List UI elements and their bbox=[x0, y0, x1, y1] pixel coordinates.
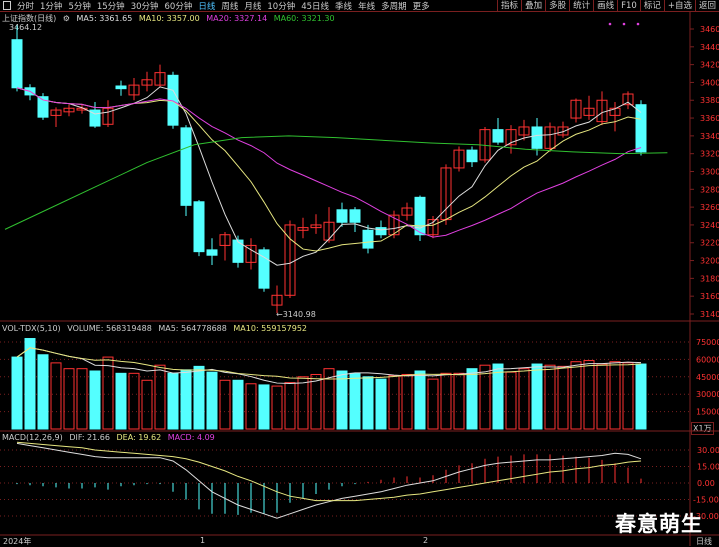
candle-down bbox=[492, 129, 504, 143]
price-tick-label: 3400 bbox=[700, 78, 719, 87]
dea-line bbox=[16, 441, 642, 502]
volume-tick-label: 30000 bbox=[696, 390, 719, 399]
volume-bar bbox=[479, 364, 491, 430]
volume-bar bbox=[258, 384, 270, 430]
volume-bar bbox=[219, 379, 231, 430]
volume-tick-label: 60000 bbox=[696, 355, 719, 364]
volume-bar bbox=[427, 378, 439, 430]
signal-dot bbox=[622, 22, 626, 26]
volume-bar bbox=[440, 372, 452, 430]
macd-tick-label: 15.00 bbox=[697, 463, 719, 472]
volume-bar bbox=[375, 378, 387, 430]
candle-down bbox=[206, 249, 218, 256]
price-tick-label: 3440 bbox=[700, 43, 719, 52]
volume-bar bbox=[115, 372, 127, 430]
signal-dot bbox=[636, 22, 640, 26]
volume-bar bbox=[622, 362, 634, 430]
volume-bar bbox=[401, 373, 413, 430]
price-tick-label: 3360 bbox=[700, 114, 719, 123]
candle-down bbox=[115, 85, 127, 90]
volume-bar bbox=[531, 363, 543, 430]
volume-bar bbox=[193, 365, 205, 430]
volume-bar bbox=[596, 363, 608, 430]
volume-bar bbox=[466, 368, 478, 430]
volume-bar bbox=[167, 372, 179, 430]
volume-tick-label: 15000 bbox=[696, 408, 719, 417]
dif-line bbox=[16, 442, 642, 519]
price-tick-label: 3320 bbox=[700, 150, 719, 159]
volume-tick-label: 45000 bbox=[696, 373, 719, 382]
candle-down bbox=[531, 126, 543, 149]
candle-down bbox=[193, 201, 205, 253]
volume-bar bbox=[388, 375, 400, 430]
watermark: 春意萌生 bbox=[615, 512, 703, 536]
volume-bar bbox=[453, 372, 465, 430]
macd-tick-label: 30.00 bbox=[697, 446, 719, 455]
volume-bar bbox=[154, 364, 166, 430]
price-tick-label: 3200 bbox=[700, 257, 719, 266]
candle-down bbox=[466, 149, 478, 163]
volume-bar bbox=[141, 379, 153, 430]
volume-tick-label: 75000 bbox=[696, 338, 719, 347]
volume-bar bbox=[505, 371, 517, 430]
candle-down bbox=[232, 239, 244, 263]
candle-down bbox=[414, 196, 426, 236]
volume-bar bbox=[232, 379, 244, 430]
volume-bar bbox=[245, 383, 257, 430]
price-tick-label: 3460 bbox=[700, 25, 719, 34]
volume-bar bbox=[310, 373, 322, 430]
price-tick-label: 3180 bbox=[700, 274, 719, 283]
volume-bar bbox=[583, 360, 595, 430]
price-tick-label: 3140 bbox=[700, 310, 719, 319]
volume-bar bbox=[284, 382, 296, 430]
price-tick-label: 3260 bbox=[700, 203, 719, 212]
volume-ma10-line bbox=[16, 347, 642, 380]
macd-tick-label: 0.00 bbox=[697, 479, 715, 488]
volume-bar bbox=[206, 371, 218, 430]
candle-down bbox=[635, 104, 647, 153]
candle-down bbox=[375, 227, 387, 236]
volume-bar bbox=[128, 372, 140, 430]
volume-bar bbox=[297, 376, 309, 430]
volume-bar bbox=[11, 356, 23, 430]
price-tick-label: 3420 bbox=[700, 61, 719, 70]
ma60-line bbox=[4, 135, 668, 230]
price-tick-label: 3160 bbox=[700, 292, 719, 301]
volume-bar bbox=[50, 362, 62, 430]
volume-bar bbox=[609, 361, 621, 430]
chart-canvas[interactable]: 3460 3440 3420 3400 3380 3360 3340 3320 3300 3280… bbox=[0, 0, 719, 546]
price-tick-label: 3380 bbox=[700, 96, 719, 105]
signal-dot bbox=[608, 22, 612, 26]
volume-bar bbox=[76, 368, 88, 430]
volume-bar bbox=[362, 376, 374, 430]
volume-bar bbox=[63, 368, 75, 430]
volume-bar bbox=[180, 369, 192, 430]
volume-bar bbox=[102, 356, 114, 430]
volume-bar bbox=[37, 354, 49, 430]
candle-down bbox=[349, 209, 361, 223]
volume-bar bbox=[544, 364, 556, 430]
candle-down bbox=[336, 209, 348, 223]
price-tick-label: 3280 bbox=[700, 185, 719, 194]
candle-down bbox=[180, 127, 192, 206]
candle-down bbox=[11, 39, 23, 89]
price-tick-label: 3220 bbox=[700, 239, 719, 248]
price-tick-label: 3340 bbox=[700, 132, 719, 141]
volume-bar bbox=[271, 385, 283, 430]
volume-bar bbox=[24, 338, 36, 430]
price-tick-label: 3300 bbox=[700, 167, 719, 176]
candle-down bbox=[362, 229, 374, 249]
ma5-line bbox=[16, 86, 642, 266]
volume-bar bbox=[570, 361, 582, 430]
volume-bar bbox=[414, 370, 426, 430]
price-tick-label: 3240 bbox=[700, 221, 719, 230]
volume-bar bbox=[349, 372, 361, 430]
volume-bar bbox=[557, 365, 569, 430]
volume-bar bbox=[89, 370, 101, 430]
macd-tick-label: -15.00 bbox=[693, 496, 719, 505]
volume-bar bbox=[336, 370, 348, 430]
volume-bar bbox=[518, 368, 530, 430]
volume-bar bbox=[492, 363, 504, 430]
volume-bar bbox=[635, 363, 647, 430]
